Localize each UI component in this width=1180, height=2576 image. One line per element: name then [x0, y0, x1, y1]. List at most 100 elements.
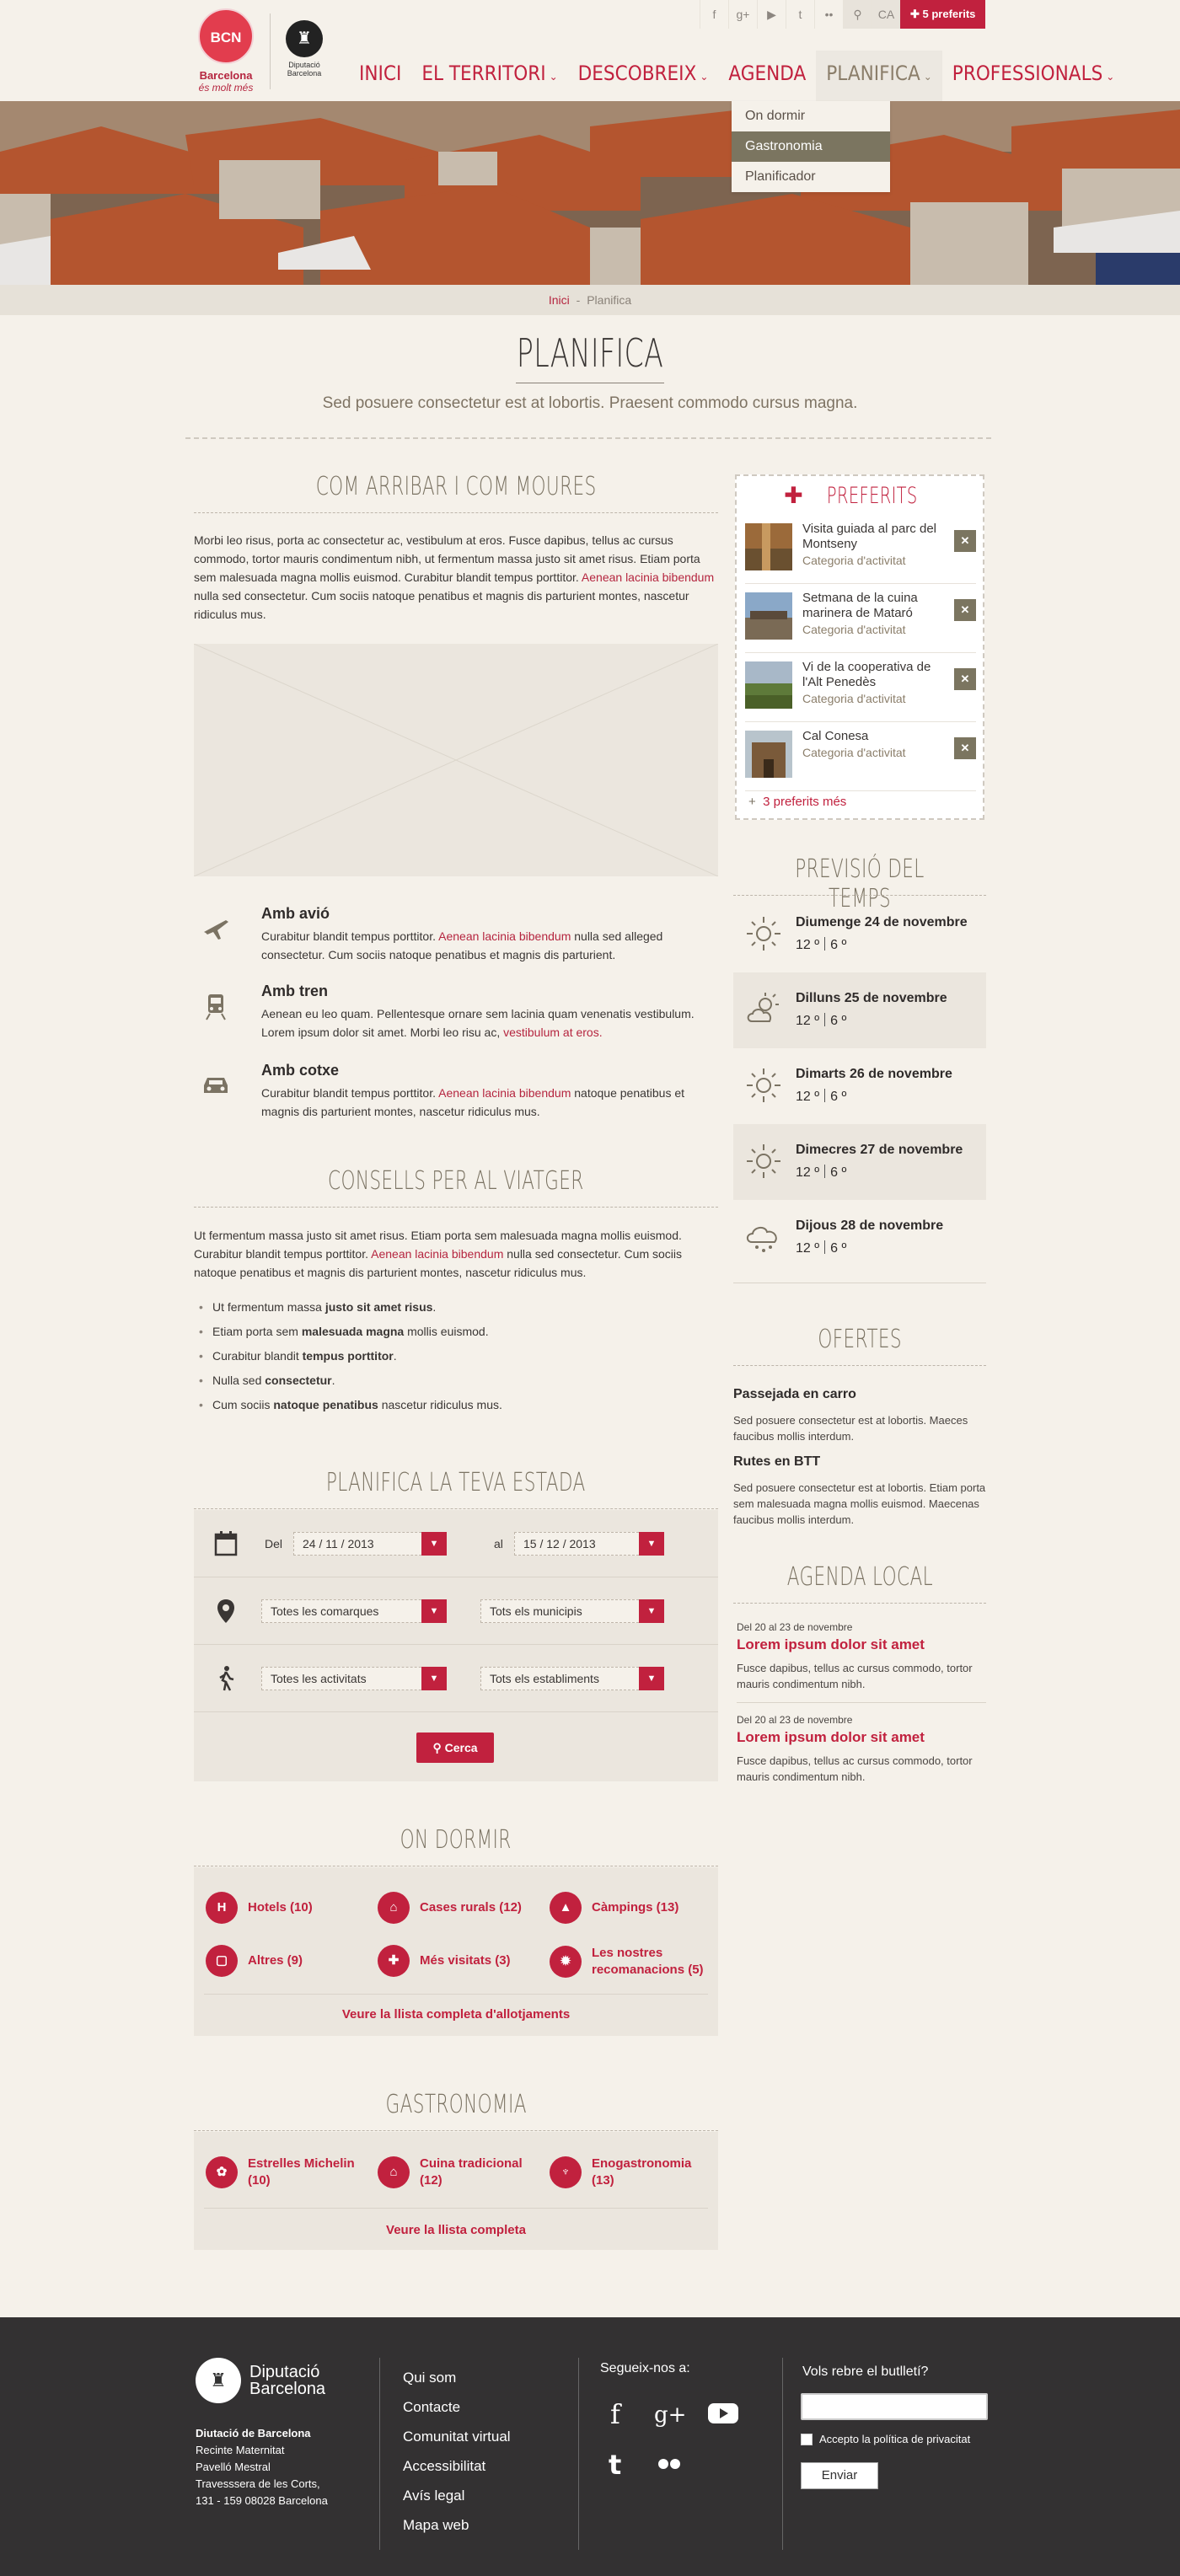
chevron-down-icon: ⌄: [700, 71, 709, 83]
nav-el-territori[interactable]: EL TERRITORI ⌄: [411, 51, 567, 101]
facebook-icon[interactable]: f: [700, 0, 728, 29]
chevron-down-icon[interactable]: ▼: [421, 1599, 447, 1623]
remove-favorite-button[interactable]: ✕: [954, 599, 976, 621]
to-label: al: [494, 1537, 503, 1550]
sun-icon: [747, 917, 780, 951]
footer-logo[interactable]: ♜ Diputació Barcelona: [196, 2358, 325, 2403]
footer-link-avis-legal[interactable]: Avís legal: [403, 2481, 511, 2510]
section-title-consells: CONSELLS PER AL VIATGER: [328, 1166, 584, 1196]
nav-planifica[interactable]: PLANIFICA ⌄: [816, 51, 942, 101]
date-row: Del 24 / 11 / 2013 ▼ al 15 / 12 / 2013 ▼: [194, 1510, 718, 1577]
facebook-icon[interactable]: f: [600, 2397, 634, 2430]
favorite-name: Visita guiada al parc del Montseny: [802, 522, 936, 551]
breadcrumb-home[interactable]: Inici: [549, 293, 570, 307]
dip-logo-line2: Barcelona: [287, 69, 322, 78]
offer-title[interactable]: Passejada en carro: [733, 1387, 856, 1402]
nav-inici[interactable]: INICI: [349, 51, 411, 101]
barcelona-logo[interactable]: BCN Barcelona és molt més: [196, 8, 256, 94]
youtube-icon[interactable]: [706, 2397, 740, 2430]
event-title[interactable]: Lorem ipsum dolor sit amet: [737, 1636, 925, 1653]
category-recomanacions[interactable]: ✹ Les nostres recomanacions (5): [550, 1945, 710, 1979]
favorite-item[interactable]: Vi de la cooperativa de l'Alt Penedès Ca…: [745, 653, 976, 722]
category-campings[interactable]: ▲ Càmpings (13): [550, 1892, 678, 1924]
dropdown-item-planificador[interactable]: Planificador: [732, 162, 890, 192]
transport-link[interactable]: vestibulum at eros.: [503, 1026, 603, 1039]
category-michelin[interactable]: ✿ Estrelles Michelin (10): [206, 2156, 366, 2189]
transport-link[interactable]: Aenean lacinia bibendum: [438, 1086, 571, 1100]
municipis-select[interactable]: Tots els municipis ▼: [480, 1599, 664, 1623]
hero-image: [0, 101, 1180, 285]
category-cases-rurals[interactable]: ⌂ Cases rurals (12): [378, 1892, 522, 1924]
list-item: Nulla sed consectetur.: [197, 1371, 720, 1390]
nav-professionals[interactable]: PROFESSIONALS ⌄: [942, 51, 1125, 101]
gastro-more-link[interactable]: Veure la llista completa: [194, 2223, 718, 2237]
nav-agenda[interactable]: AGENDA: [718, 51, 816, 101]
breadcrumb-current: Planifica: [587, 293, 632, 307]
tumblr-icon[interactable]: t: [786, 0, 814, 29]
privacy-checkbox[interactable]: [801, 2433, 813, 2445]
footer-link-accessibilitat[interactable]: Accessibilitat: [403, 2451, 511, 2481]
dropdown-item-on-dormir[interactable]: On dormir: [732, 101, 890, 131]
category-cuina-tradicional[interactable]: ⌂ Cuina tradicional (12): [378, 2156, 538, 2189]
newsletter-send-button[interactable]: Enviar: [801, 2462, 878, 2489]
category-altres[interactable]: ▢ Altres (9): [206, 1945, 303, 1977]
flickr-icon[interactable]: ••: [814, 0, 843, 29]
chevron-down-icon[interactable]: ▼: [421, 1667, 447, 1690]
remove-favorite-button[interactable]: ✕: [954, 530, 976, 552]
panel-divider: [204, 2208, 708, 2209]
newsletter-email-field[interactable]: [801, 2393, 988, 2420]
offer-title[interactable]: Rutes en BTT: [733, 1454, 820, 1470]
chevron-down-icon[interactable]: ▼: [639, 1667, 664, 1690]
date-to-input[interactable]: 15 / 12 / 2013 ▼: [514, 1532, 664, 1556]
more-favorites-link[interactable]: + 3 preferits més: [748, 795, 846, 809]
footer-link-mapa-web[interactable]: Mapa web: [403, 2510, 511, 2540]
favorite-item[interactable]: Cal Conesa Categoria d'activitat ✕: [745, 722, 976, 791]
event-title[interactable]: Lorem ipsum dolor sit amet: [737, 1729, 925, 1746]
transport-title: Amb avió: [261, 905, 330, 922]
weather-temps: 12 º6 º: [796, 937, 847, 952]
establiments-select[interactable]: Tots els establiments ▼: [480, 1667, 664, 1690]
category-enogastronomia[interactable]: ♆ Enogastronomia (13): [550, 2156, 710, 2189]
search-button[interactable]: ⚲ Cerca: [416, 1733, 494, 1763]
calendar-dropdown-icon[interactable]: ▼: [639, 1532, 664, 1556]
footer-link-comunitat[interactable]: Comunitat virtual: [403, 2422, 511, 2451]
favorite-item[interactable]: Setmana de la cuina marinera de Mataró C…: [745, 584, 976, 653]
comarques-select[interactable]: Totes les comarques ▼: [261, 1599, 447, 1623]
favorite-item[interactable]: Visita guiada al parc del Montseny Categ…: [745, 515, 976, 584]
chevron-down-icon[interactable]: ▼: [639, 1599, 664, 1623]
consells-link[interactable]: Aenean lacinia bibendum: [371, 1247, 503, 1261]
walking-icon: [219, 1666, 234, 1691]
transport-text: Aenean eu leo quam. Pellentesque ornare …: [261, 1007, 695, 1039]
transport-title: Amb cotxe: [261, 1062, 340, 1079]
date-from-input[interactable]: 24 / 11 / 2013 ▼: [293, 1532, 447, 1556]
remove-favorite-button[interactable]: ✕: [954, 737, 976, 759]
dropdown-item-gastronomia[interactable]: Gastronomia: [732, 131, 890, 162]
favorites-button[interactable]: ✚ 5 preferits: [900, 0, 986, 29]
activitats-select[interactable]: Totes les activitats ▼: [261, 1667, 447, 1690]
calendar-dropdown-icon[interactable]: ▼: [421, 1532, 447, 1556]
transport-link[interactable]: Aenean lacinia bibendum: [438, 929, 571, 943]
dormir-more-link[interactable]: Veure la llista completa d'allotjaments: [194, 2007, 718, 2022]
top-utility-bar: f g+ ▶ t •• ⚲ CA ✚ 5 preferits: [700, 0, 986, 29]
category-hotels[interactable]: H Hotels (10): [206, 1892, 313, 1924]
nav-descobreix[interactable]: DESCOBREIX ⌄: [568, 51, 719, 101]
favorite-category: Categoria d'activitat: [802, 623, 906, 636]
tumblr-icon[interactable]: t: [600, 2447, 634, 2481]
arribar-intro-link[interactable]: Aenean lacinia bibendum: [582, 570, 714, 584]
privacy-checkbox-row[interactable]: Accepto la política de privacitat: [801, 2433, 970, 2445]
google-plus-icon[interactable]: g+: [728, 0, 757, 29]
footer-link-contacte[interactable]: Contacte: [403, 2392, 511, 2422]
google-plus-icon[interactable]: g+: [652, 2397, 686, 2430]
category-mes-visitats[interactable]: ✚ Més visitats (3): [378, 1945, 511, 1977]
remove-favorite-button[interactable]: ✕: [954, 668, 976, 690]
tent-icon: ▲: [550, 1892, 582, 1924]
diputacio-logo[interactable]: ♜ Diputació Barcelona: [282, 20, 327, 78]
search-icon[interactable]: ⚲: [843, 0, 872, 29]
privacy-label: Accepto la política de privacitat: [819, 2433, 971, 2445]
flickr-icon[interactable]: [652, 2447, 686, 2481]
consells-list: Ut fermentum massa justo sit amet risus.…: [197, 1298, 720, 1420]
language-selector[interactable]: CA: [872, 0, 900, 29]
footer-link-qui-som[interactable]: Qui som: [403, 2363, 511, 2392]
transport-text: Curabitur blandit tempus porttitor. Aene…: [261, 1086, 685, 1118]
youtube-icon[interactable]: ▶: [757, 0, 786, 29]
